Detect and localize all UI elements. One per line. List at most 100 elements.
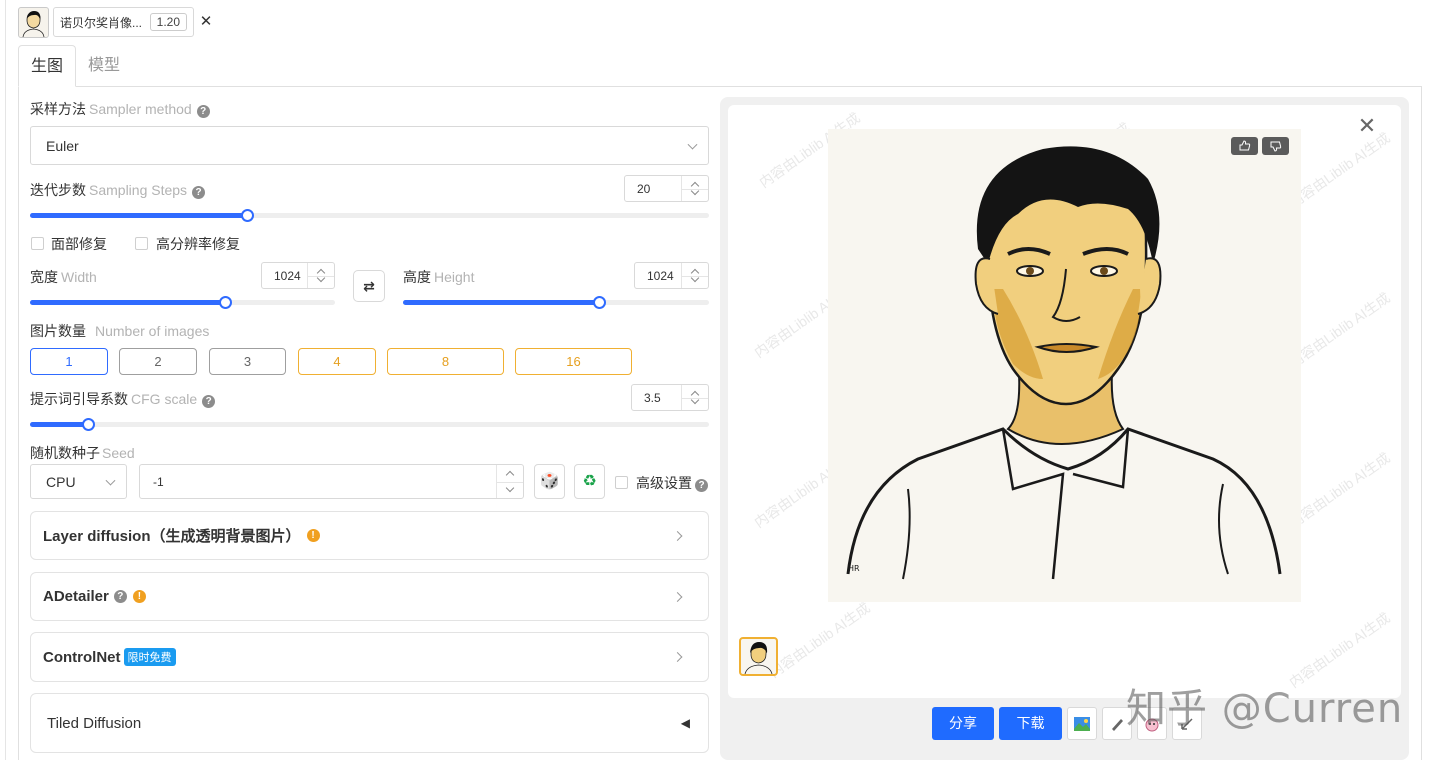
adetailer-accordion[interactable]: ADetailer?! bbox=[30, 572, 709, 621]
history-close-icon[interactable]: ✕ bbox=[198, 12, 214, 30]
layer-diffusion-title: Layer diffusion（生成透明背景图片） bbox=[43, 528, 301, 545]
steps-label: 迭代步数 Sampling Steps? bbox=[30, 180, 206, 200]
layer-diffusion-accordion[interactable]: Layer diffusion（生成透明背景图片）! bbox=[30, 511, 709, 560]
close-icon[interactable]: ✕ bbox=[1356, 115, 1378, 137]
controlnet-accordion[interactable]: ControlNet 限时免费 bbox=[30, 632, 709, 682]
width-label: 宽度 Width bbox=[30, 267, 97, 287]
tab-generate[interactable]: 生图 bbox=[18, 45, 77, 87]
face-restore-checkbox[interactable] bbox=[31, 237, 44, 250]
slider-handle[interactable] bbox=[219, 296, 233, 309]
help-icon[interactable]: ? bbox=[196, 105, 210, 118]
number-stepper[interactable] bbox=[681, 263, 708, 288]
tiled-diffusion-accordion[interactable]: Tiled Diffusion ◀ bbox=[30, 693, 709, 753]
slider-fill bbox=[30, 422, 89, 427]
image-count-option[interactable]: 4 bbox=[298, 348, 376, 375]
slider-fill bbox=[403, 300, 599, 305]
portrait-thumbnail-icon bbox=[744, 642, 773, 674]
number-stepper[interactable] bbox=[681, 176, 708, 201]
history-thumbnail[interactable] bbox=[18, 7, 49, 38]
reuse-seed-button[interactable]: ♻ bbox=[574, 464, 605, 499]
number-stepper[interactable] bbox=[681, 385, 708, 410]
sampler-label-cn: 采样方法 bbox=[30, 101, 86, 117]
steps-value: 20 bbox=[637, 181, 651, 196]
slider-fill bbox=[30, 300, 226, 305]
panel-border bbox=[18, 86, 19, 760]
slider-handle[interactable] bbox=[82, 418, 96, 431]
window-edge bbox=[0, 0, 6, 760]
result-thumbnail[interactable] bbox=[739, 637, 778, 676]
image-count-label-cn: 图片数量 bbox=[30, 323, 86, 339]
chevron-down-icon bbox=[687, 139, 698, 150]
random-seed-button[interactable]: 🎲 bbox=[534, 464, 565, 499]
version-badge: 1.20 bbox=[149, 13, 187, 31]
image-count-option[interactable]: 1 bbox=[30, 348, 108, 375]
chevron-right-icon bbox=[672, 530, 683, 541]
steps-input[interactable]: 20 bbox=[624, 175, 709, 202]
zhihu-watermark: 知乎 @Curren bbox=[1126, 686, 1404, 732]
main-tabs: 生图 模型 bbox=[18, 45, 132, 87]
recycle-icon: ♻ bbox=[582, 473, 597, 490]
steps-slider[interactable] bbox=[30, 209, 709, 222]
sampler-label: 采样方法 Sampler method? bbox=[30, 99, 210, 119]
cfg-value: 3.5 bbox=[644, 390, 661, 405]
seed-device-value: CPU bbox=[46, 473, 76, 490]
tab-model[interactable]: 模型 bbox=[76, 45, 132, 87]
thumbs-up-button[interactable] bbox=[1231, 137, 1258, 155]
swap-icon: ⇄ bbox=[363, 278, 375, 294]
cfg-input[interactable]: 3.5 bbox=[631, 384, 709, 411]
stepper-up-icon[interactable] bbox=[505, 470, 515, 480]
height-input[interactable]: 1024 bbox=[634, 262, 709, 289]
sampler-select[interactable]: Euler bbox=[30, 126, 709, 165]
image-count-option[interactable]: 3 bbox=[209, 348, 286, 375]
collapse-triangle-icon[interactable]: ◀ bbox=[681, 716, 690, 730]
swap-dimensions-button[interactable]: ⇄ bbox=[353, 270, 385, 302]
image-count-option[interactable]: 2 bbox=[119, 348, 197, 375]
controlnet-title: ControlNet bbox=[43, 648, 121, 666]
help-icon[interactable]: ? bbox=[202, 395, 216, 408]
help-icon[interactable]: ? bbox=[113, 590, 127, 603]
help-icon[interactable]: ? bbox=[192, 186, 206, 199]
advanced-settings-checkbox[interactable] bbox=[615, 476, 628, 489]
image-count-label-en: Number of images bbox=[95, 323, 210, 339]
stepper-divider bbox=[497, 481, 523, 483]
steps-label-cn: 迭代步数 bbox=[30, 182, 86, 198]
image-tool-button[interactable] bbox=[1067, 707, 1097, 740]
seed-label-en: Seed bbox=[102, 445, 135, 461]
height-slider[interactable] bbox=[403, 296, 709, 309]
sampler-label-en: Sampler method bbox=[89, 101, 192, 117]
stepper-down-icon[interactable] bbox=[505, 483, 515, 493]
history-chip[interactable]: 诺贝尔奖肖像... 1.20 bbox=[53, 7, 194, 37]
height-label-cn: 高度 bbox=[403, 269, 431, 285]
seed-input[interactable]: -1 bbox=[139, 464, 524, 499]
help-icon[interactable]: ? bbox=[695, 479, 708, 492]
image-count-option[interactable]: 16 bbox=[515, 348, 632, 375]
cfg-slider[interactable] bbox=[30, 418, 709, 431]
portrait-illustration: HR bbox=[846, 146, 1282, 580]
seed-label: 随机数种子 Seed bbox=[30, 443, 135, 463]
hires-fix-label: 高分辨率修复 bbox=[156, 236, 240, 252]
image-count-option[interactable]: 8 bbox=[387, 348, 504, 375]
height-label-en: Height bbox=[434, 269, 475, 285]
face-restore-label: 面部修复 bbox=[51, 236, 107, 252]
width-input[interactable]: 1024 bbox=[261, 262, 335, 289]
number-stepper[interactable] bbox=[307, 263, 334, 288]
warning-icon: ! bbox=[132, 590, 146, 603]
number-stepper[interactable] bbox=[496, 465, 523, 498]
generated-image[interactable]: HR bbox=[828, 129, 1301, 602]
slider-handle[interactable] bbox=[241, 209, 255, 222]
width-label-cn: 宽度 bbox=[30, 269, 58, 285]
chevron-down-icon bbox=[105, 475, 116, 486]
slider-handle[interactable] bbox=[592, 296, 606, 309]
image-icon bbox=[1074, 717, 1090, 732]
download-button[interactable]: 下载 bbox=[999, 707, 1062, 740]
thumbs-down-icon bbox=[1270, 141, 1282, 152]
hires-fix-checkbox[interactable] bbox=[135, 237, 148, 250]
share-button[interactable]: 分享 bbox=[932, 707, 994, 740]
width-slider[interactable] bbox=[30, 296, 335, 309]
seed-device-select[interactable]: CPU bbox=[30, 464, 127, 499]
cfg-label: 提示词引导系数 CFG scale? bbox=[30, 389, 216, 409]
thumbs-down-button[interactable] bbox=[1262, 137, 1289, 155]
dice-icon: 🎲 bbox=[539, 473, 560, 490]
height-value: 1024 bbox=[647, 268, 674, 283]
slider-fill bbox=[30, 213, 248, 218]
